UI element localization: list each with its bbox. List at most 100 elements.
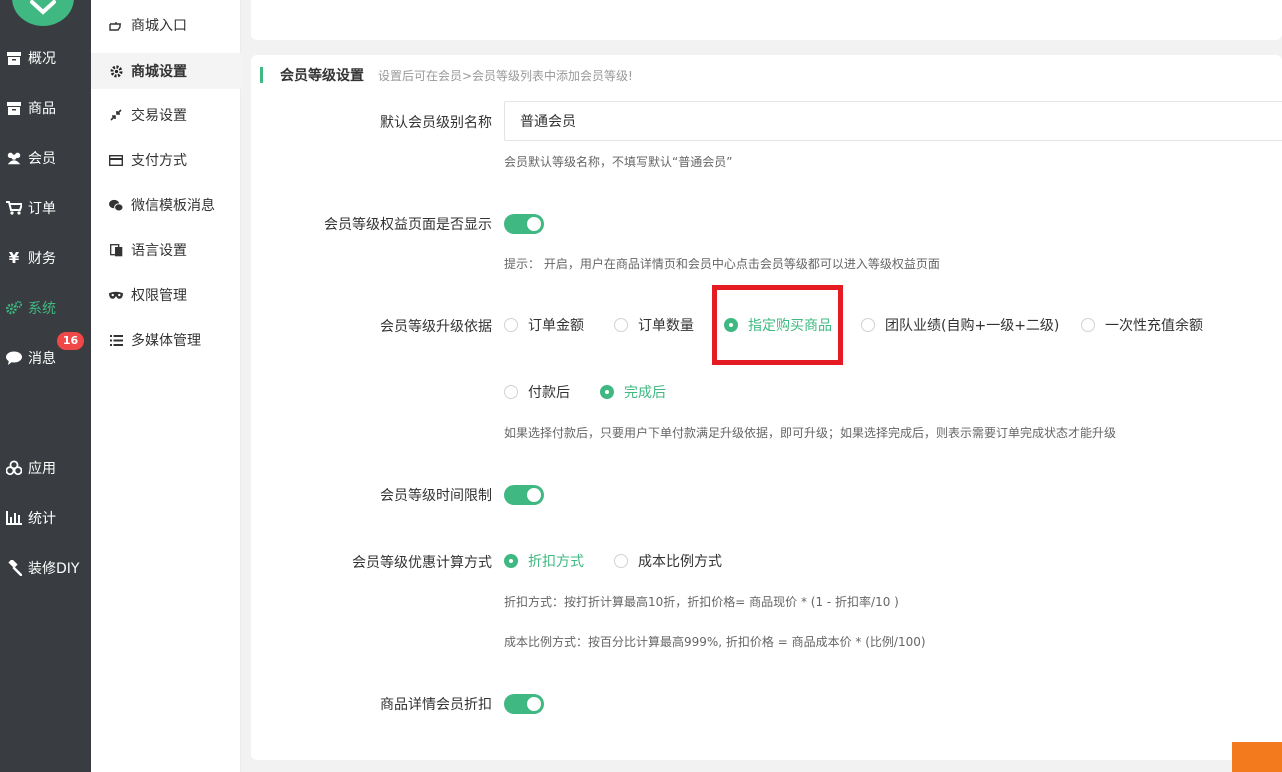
main-nav: 概况 商品 会员 订单 ¥ 财务 系统 消息 16 应用 统计 装修DIY: [0, 0, 91, 772]
users-icon: [6, 150, 22, 166]
radio-label: 成本比例方式: [638, 554, 722, 570]
submenu-item-media[interactable]: 多媒体管理: [91, 322, 241, 358]
rights-page-label: 会员等级权益页面是否显示: [324, 217, 492, 233]
section-hint: 设置后可在会员>会员等级列表中添加会员等级!: [378, 68, 633, 83]
nav-item-products[interactable]: 商品: [0, 83, 91, 133]
nav-item-apps[interactable]: 应用: [0, 443, 91, 493]
settings-submenu: 商城入口 商城设置 交易设置 支付方式 微信模板消息 语言设置 权限管理 多媒体…: [91, 0, 241, 772]
gears-icon: [6, 300, 22, 316]
nav-item-diy[interactable]: 装修DIY: [0, 543, 91, 593]
archive-icon: [6, 100, 22, 116]
radio-label: 订单数量: [638, 318, 694, 334]
radio-circle: [504, 554, 518, 568]
mask-icon: [109, 288, 123, 302]
submenu-item-label: 权限管理: [131, 288, 187, 304]
nav-item-label: 应用: [28, 461, 56, 477]
radio-label: 一次性充值余额: [1105, 318, 1203, 334]
submenu-item-store-settings[interactable]: 商城设置: [91, 53, 241, 89]
submenu-item-trade-settings[interactable]: 交易设置: [91, 97, 241, 133]
radio-circle: [600, 385, 614, 399]
chat-icon: [6, 350, 22, 366]
top-panel: [251, 0, 1282, 40]
radio-cost-ratio-mode[interactable]: 成本比例方式: [614, 551, 722, 571]
nav-item-label: 装修DIY: [28, 561, 80, 577]
detail-discount-label: 商品详情会员折扣: [380, 697, 492, 713]
submenu-item-language[interactable]: 语言设置: [91, 232, 241, 268]
nav-item-label: 订单: [28, 201, 56, 217]
radio-label: 折扣方式: [528, 554, 584, 570]
list-icon: [109, 333, 123, 347]
nav-item-label: 概况: [28, 51, 56, 67]
submenu-item-wechat-templates[interactable]: 微信模板消息: [91, 187, 241, 223]
toggle-knob: [527, 217, 541, 231]
radio-circle: [614, 318, 628, 332]
submenu-item-label: 商城入口: [131, 18, 187, 34]
radio-team-performance[interactable]: 团队业绩(自购+一级+二级): [861, 315, 1059, 335]
submenu-item-permissions[interactable]: 权限管理: [91, 277, 241, 313]
section-header: 会员等级设置 设置后可在会员>会员等级列表中添加会员等级!: [260, 67, 633, 84]
upgrade-basis-label: 会员等级升级依据: [380, 319, 492, 335]
nav-item-label: 财务: [28, 251, 56, 267]
discount-mode-hint: 折扣方式：按打折计算最高10折，折扣价格= 商品现价 * (1 - 折扣率/10…: [504, 595, 899, 609]
submenu-item-label: 语言设置: [131, 243, 187, 259]
radio-order-amount[interactable]: 订单金额: [504, 315, 584, 335]
translate-icon: [109, 243, 123, 257]
submenu-item-label: 多媒体管理: [131, 333, 201, 349]
radio-circle: [861, 318, 875, 332]
radio-order-count[interactable]: 订单数量: [614, 315, 694, 335]
radio-label: 团队业绩(自购+一级+二级): [885, 318, 1060, 334]
gavel-icon: [6, 560, 22, 576]
nav-item-label: 消息: [28, 351, 56, 367]
submenu-item-payment[interactable]: 支付方式: [91, 142, 241, 178]
nav-item-label: 商品: [28, 101, 56, 117]
logo[interactable]: [12, 0, 74, 26]
radio-label: 完成后: [624, 385, 666, 401]
radio-label: 付款后: [528, 385, 570, 401]
radio-after-completion[interactable]: 完成后: [600, 382, 666, 402]
radio-circle: [504, 385, 518, 399]
rights-page-hint: 提示： 开启，用户在商品详情页和会员中心点击会员等级都可以进入等级权益页面: [504, 257, 940, 271]
radio-circle: [1081, 318, 1095, 332]
toggle-knob: [527, 488, 541, 502]
nav-item-stats[interactable]: 统计: [0, 493, 91, 543]
rights-page-toggle[interactable]: [504, 214, 544, 234]
radio-discount-mode[interactable]: 折扣方式: [504, 551, 584, 571]
nav-item-overview[interactable]: 概况: [0, 33, 91, 83]
wechat-icon: [109, 198, 123, 212]
radio-one-time-recharge[interactable]: 一次性充值余额: [1081, 315, 1203, 335]
gear-icon: [109, 64, 123, 78]
default-level-hint: 会员默认等级名称，不填写默认“普通会员”: [504, 155, 733, 169]
nav-item-label: 统计: [28, 511, 56, 527]
default-level-input[interactable]: 普通会员: [504, 101, 1282, 141]
submenu-item-store-entry[interactable]: 商城入口: [91, 7, 241, 43]
nav-item-orders[interactable]: 订单: [0, 183, 91, 233]
nav-item-label: 会员: [28, 151, 56, 167]
section-title: 会员等级设置: [280, 68, 364, 84]
highlight-annotation-box: [712, 285, 843, 365]
pointer-hand-icon: [109, 18, 123, 32]
radio-label: 订单金额: [528, 318, 584, 334]
submenu-item-label: 交易设置: [131, 108, 187, 124]
cubes-icon: [6, 460, 22, 476]
detail-discount-toggle[interactable]: [504, 694, 544, 714]
compress-icon: [109, 108, 123, 122]
nav-item-members[interactable]: 会员: [0, 133, 91, 183]
nav-item-label: 系统: [28, 301, 56, 317]
yen-icon: ¥: [8, 249, 20, 267]
cost-ratio-hint: 成本比例方式：按百分比计算最高999%, 折扣价格 = 商品成本价 * (比例/…: [504, 635, 926, 649]
radio-after-payment[interactable]: 付款后: [504, 382, 570, 402]
discount-calc-label: 会员等级优惠计算方式: [352, 555, 492, 571]
nav-item-system[interactable]: 系统: [0, 283, 91, 333]
default-level-label: 默认会员级别名称: [380, 115, 492, 131]
toggle-knob: [527, 697, 541, 711]
credit-card-icon: [109, 153, 123, 167]
submenu-item-label: 支付方式: [131, 153, 187, 169]
floating-action-tab[interactable]: [1232, 742, 1282, 772]
nav-item-finance[interactable]: ¥ 财务: [0, 233, 91, 283]
cart-icon: [6, 200, 22, 216]
time-limit-toggle[interactable]: [504, 485, 544, 505]
archive-icon: [6, 50, 22, 66]
message-count-badge: 16: [57, 332, 84, 350]
time-limit-label: 会员等级时间限制: [380, 488, 492, 504]
upgrade-timing-hint: 如果选择付款后，只要用户下单付款满足升级依据，即可升级；如果选择完成后，则表示需…: [504, 426, 1117, 440]
